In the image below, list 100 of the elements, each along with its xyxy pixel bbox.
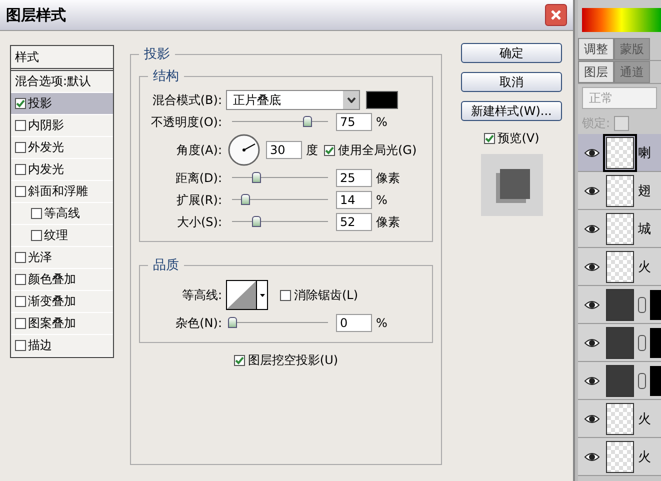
field-label: 距离(D):	[174, 170, 223, 186]
style-list-item[interactable]: 斜面和浮雕	[11, 181, 113, 203]
checkbox[interactable]	[15, 252, 26, 263]
checkbox[interactable]	[15, 98, 26, 109]
layer-row[interactable]: 火	[578, 438, 661, 476]
layer-name: 火	[638, 258, 651, 276]
group-title: 结构	[152, 68, 180, 85]
color-swatch[interactable]	[366, 91, 398, 109]
layer-row[interactable]: 火	[578, 248, 661, 286]
layer-name: 翅	[638, 182, 651, 200]
style-list-item[interactable]: 内发光	[11, 159, 113, 181]
angle-dial[interactable]	[228, 134, 260, 166]
checkbox[interactable]	[15, 120, 26, 131]
item-label: 投影	[28, 95, 52, 112]
item-label: 纹理	[44, 227, 68, 244]
item-label: 斜面和浮雕	[28, 183, 88, 200]
checkbox[interactable]	[15, 318, 26, 329]
checkbox[interactable]	[234, 354, 245, 366]
layer-row[interactable]	[578, 362, 661, 400]
eye-icon	[584, 222, 600, 234]
contour-picker[interactable]	[226, 280, 268, 310]
dialog-button[interactable]: 确定	[461, 43, 562, 63]
panel-tab[interactable]: 图层	[578, 61, 614, 83]
checkbox[interactable]	[15, 164, 26, 175]
checkbox[interactable]	[31, 208, 42, 219]
group-title: 品质	[152, 257, 180, 274]
slider-thumb[interactable]	[241, 194, 250, 205]
unit-label: %	[375, 316, 388, 330]
number-field[interactable]: 30	[266, 141, 302, 159]
item-label: 外发光	[28, 139, 64, 156]
layer-thumbnail	[606, 174, 634, 206]
dropdown-button[interactable]	[343, 91, 359, 109]
slider-thumb[interactable]	[302, 116, 312, 127]
layer-row[interactable]	[578, 324, 661, 362]
slider-thumb[interactable]	[228, 317, 237, 328]
style-list-item[interactable]: 描边	[11, 335, 113, 357]
layer-name: 城	[638, 220, 651, 238]
close-icon	[550, 9, 562, 21]
eye-icon	[584, 412, 600, 424]
close-button[interactable]	[545, 4, 567, 26]
layer-thumbnail	[606, 402, 634, 434]
dialog-button[interactable]: 取消	[461, 72, 562, 92]
item-label: 图案叠加	[28, 315, 76, 332]
color-spectrum[interactable]	[582, 8, 661, 32]
checkbox[interactable]	[484, 133, 495, 144]
eye-icon	[584, 336, 600, 348]
layer-thumbnail	[606, 440, 634, 472]
layer-row[interactable]: 火	[578, 400, 661, 438]
layer-thumbnail	[606, 364, 634, 396]
style-list-item[interactable]: 颜色叠加	[11, 269, 113, 291]
checkbox-label: 消除锯齿(L)	[294, 286, 358, 304]
checkbox[interactable]	[15, 142, 26, 153]
panel-tab[interactable]: 调整	[578, 38, 614, 60]
number-field[interactable]: 52	[336, 213, 372, 231]
item-label: 混合选项:默认	[15, 73, 92, 90]
blend-mode-dropdown[interactable]: 正片叠底	[226, 90, 360, 110]
preview-thumbnail	[480, 154, 542, 216]
checkbox[interactable]	[15, 186, 26, 197]
item-label: 内阴影	[28, 117, 64, 134]
checkbox[interactable]	[15, 296, 26, 307]
field-label: 等高线:	[180, 286, 223, 304]
style-list-item[interactable]: 光泽	[11, 247, 113, 269]
number-field[interactable]: 0	[336, 314, 372, 332]
item-label: 渐变叠加	[28, 293, 76, 310]
dialog-button[interactable]: 新建样式(W)...	[461, 101, 562, 121]
mask-thumbnail	[650, 366, 661, 396]
style-list-item[interactable]: 等高线	[11, 203, 113, 225]
style-list-item[interactable]: 投影	[11, 93, 113, 115]
layer-row[interactable]: 喇	[578, 134, 661, 172]
style-list-item[interactable]: 外发光	[11, 137, 113, 159]
number-field[interactable]: 25	[336, 169, 372, 187]
slider-thumb[interactable]	[252, 172, 261, 183]
field-label: 混合模式(B):	[151, 92, 223, 108]
eye-icon	[584, 146, 600, 158]
checkbox[interactable]	[280, 290, 291, 300]
style-list-item[interactable]: 图案叠加	[11, 313, 113, 335]
item-label: 内发光	[28, 161, 64, 178]
number-field[interactable]: 14	[336, 191, 372, 209]
checkbox[interactable]	[31, 230, 42, 241]
layer-thumbnail	[606, 288, 634, 320]
item-label: 描边	[28, 337, 52, 354]
field-label: 杂色(N):	[174, 314, 223, 332]
checkbox[interactable]	[324, 144, 335, 156]
unit-label: 像素	[375, 170, 400, 186]
checkbox[interactable]	[15, 340, 26, 351]
style-list-item[interactable]: 纹理	[11, 225, 113, 247]
mask-thumbnail	[650, 290, 661, 320]
layer-thumbnail	[606, 212, 634, 244]
style-list-item[interactable]: 渐变叠加	[11, 291, 113, 313]
item-label: 颜色叠加	[28, 271, 76, 288]
layer-row[interactable]: 翅	[578, 172, 661, 210]
slider-thumb[interactable]	[252, 216, 261, 227]
unit-label: %	[375, 115, 388, 129]
list-header: 样式	[11, 46, 113, 71]
layer-row[interactable]	[578, 286, 661, 324]
checkbox[interactable]	[15, 274, 26, 285]
unit-label: %	[375, 193, 388, 207]
number-field[interactable]: 75	[336, 113, 372, 131]
layer-row[interactable]: 城	[578, 210, 661, 248]
style-list-item[interactable]: 内阴影	[11, 115, 113, 137]
